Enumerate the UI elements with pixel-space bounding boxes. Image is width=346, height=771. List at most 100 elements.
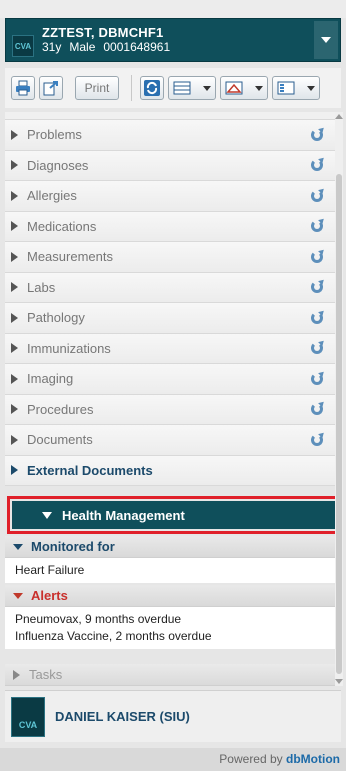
patient-sex: Male bbox=[69, 40, 96, 54]
nav-item-medications[interactable]: Medications bbox=[5, 211, 335, 242]
refresh-icon[interactable] bbox=[311, 159, 323, 172]
printer-icon bbox=[16, 80, 30, 96]
refresh-icon[interactable] bbox=[311, 189, 323, 202]
chevron-right-icon bbox=[11, 312, 18, 323]
nav-item-problems[interactable]: Problems bbox=[5, 120, 335, 151]
nav-item-imaging[interactable]: Imaging bbox=[5, 364, 335, 395]
monitored-header[interactable]: Monitored for bbox=[5, 536, 335, 558]
layout-icon bbox=[173, 81, 191, 95]
nav-item-diagnoses[interactable]: Diagnoses bbox=[5, 150, 335, 181]
patient-text: ZZTEST, DBMCHF1 31y Male 0001648961 bbox=[42, 25, 178, 55]
chevron-right-icon bbox=[11, 404, 18, 415]
powered-by-text: Powered by bbox=[219, 752, 283, 766]
tasks-header[interactable]: Tasks bbox=[5, 664, 335, 686]
chevron-right-icon bbox=[11, 465, 18, 476]
nav-label: Allergies bbox=[27, 188, 77, 204]
nav-label: Documents bbox=[27, 432, 93, 448]
nav-item-pathology[interactable]: Pathology bbox=[5, 303, 335, 334]
layout-dropdown[interactable] bbox=[168, 76, 216, 100]
chevron-right-icon bbox=[11, 434, 18, 445]
printer-button[interactable] bbox=[11, 76, 35, 100]
patient-header[interactable]: CVA ZZTEST, DBMCHF1 31y Male 0001648961 bbox=[5, 18, 341, 62]
scrollbar[interactable] bbox=[335, 112, 343, 686]
refresh-icon[interactable] bbox=[311, 342, 323, 355]
monitored-body: Heart Failure bbox=[5, 558, 335, 583]
monitored-section: Monitored for Heart Failure bbox=[5, 536, 335, 583]
refresh-icon bbox=[144, 80, 160, 96]
nav-item-labs[interactable]: Labs bbox=[5, 272, 335, 303]
refresh-icon[interactable] bbox=[311, 128, 323, 141]
chevron-right-icon bbox=[11, 221, 18, 232]
chevron-right-icon bbox=[11, 373, 18, 384]
chevron-down-icon bbox=[255, 85, 263, 91]
toolbar-separator bbox=[131, 75, 132, 101]
alerts-title: Alerts bbox=[31, 588, 68, 603]
nav-list: Problems Diagnoses Allergies Medications… bbox=[5, 112, 335, 486]
scroll-thumb[interactable] bbox=[336, 174, 342, 674]
chart-dropdown[interactable] bbox=[220, 76, 268, 100]
nav-item-immunizations[interactable]: Immunizations bbox=[5, 333, 335, 364]
nav-item-procedures[interactable]: Procedures bbox=[5, 394, 335, 425]
refresh-icon[interactable] bbox=[311, 311, 323, 324]
alert-item: Pneumovax, 9 months overdue bbox=[15, 612, 182, 626]
view-dropdown[interactable] bbox=[272, 76, 320, 100]
nav-label: Pathology bbox=[27, 310, 85, 326]
chevron-down-icon bbox=[42, 511, 52, 519]
chevron-right-icon bbox=[11, 160, 18, 171]
patient-age: 31y bbox=[42, 40, 62, 54]
health-management-header[interactable]: Health Management bbox=[12, 501, 338, 529]
toolbar: Print bbox=[5, 68, 341, 108]
refresh-icon[interactable] bbox=[311, 372, 323, 385]
brand-name: dbMotion bbox=[286, 752, 340, 766]
nav-label: Problems bbox=[27, 127, 82, 143]
refresh-button[interactable] bbox=[140, 76, 164, 100]
print-button[interactable]: Print bbox=[75, 76, 119, 100]
nav-item-allergies[interactable]: Allergies bbox=[5, 181, 335, 212]
refresh-icon[interactable] bbox=[311, 433, 323, 446]
chevron-down-icon bbox=[321, 37, 331, 43]
chevron-right-icon bbox=[11, 343, 18, 354]
health-management-label: Health Management bbox=[62, 507, 185, 523]
refresh-icon[interactable] bbox=[311, 281, 323, 294]
nav-label: Measurements bbox=[27, 249, 113, 265]
chevron-right-icon bbox=[11, 190, 18, 201]
alerts-header[interactable]: Alerts bbox=[5, 585, 335, 607]
chevron-down-icon bbox=[203, 85, 211, 91]
chevron-down-icon bbox=[13, 543, 23, 550]
alert-item: Influenza Vaccine, 2 months overdue bbox=[15, 629, 212, 643]
chevron-down-icon bbox=[307, 85, 315, 91]
refresh-icon[interactable] bbox=[311, 250, 323, 263]
user-name: DANIEL KAISER (SIU) bbox=[55, 709, 190, 724]
scroll-down-icon[interactable] bbox=[335, 679, 343, 684]
alerts-body: Pneumovax, 9 months overdue Influenza Va… bbox=[5, 607, 335, 649]
user-panel: CVA DANIEL KAISER (SIU) bbox=[5, 690, 341, 742]
nav-item-documents[interactable]: Documents bbox=[5, 425, 335, 456]
nav-label: Imaging bbox=[27, 371, 74, 387]
patient-dropdown-button[interactable] bbox=[314, 21, 338, 59]
refresh-icon[interactable] bbox=[311, 403, 323, 416]
nav-label: Diagnoses bbox=[27, 157, 89, 173]
nav-item-external-documents[interactable]: External Documents bbox=[5, 455, 335, 486]
chevron-down-icon bbox=[13, 592, 23, 599]
scroll-up-icon[interactable] bbox=[335, 114, 343, 119]
chevron-right-icon bbox=[13, 669, 20, 680]
cva-logo-icon: CVA bbox=[12, 35, 34, 57]
tasks-title: Tasks bbox=[29, 667, 63, 682]
health-management-highlight: Health Management bbox=[7, 496, 343, 534]
patient-name: ZZTEST, DBMCHF1 bbox=[42, 25, 164, 40]
export-icon bbox=[43, 81, 58, 96]
chevron-right-icon bbox=[11, 282, 18, 293]
user-logo-icon: CVA bbox=[11, 696, 45, 737]
list-view-icon bbox=[277, 81, 295, 95]
monitored-title: Monitored for bbox=[31, 539, 115, 554]
export-button[interactable] bbox=[39, 76, 63, 100]
powered-by-bar: Powered by dbMotion bbox=[0, 748, 346, 771]
refresh-icon[interactable] bbox=[311, 220, 323, 233]
nav-label: Procedures bbox=[27, 401, 94, 417]
nav-label: Labs bbox=[27, 279, 56, 295]
nav-item-measurements[interactable]: Measurements bbox=[5, 242, 335, 273]
nav-cutoff-row bbox=[5, 112, 335, 120]
alerts-section: Alerts Pneumovax, 9 months overdue Influ… bbox=[5, 585, 335, 649]
patient-info: 31y Male 0001648961 bbox=[42, 40, 178, 55]
chevron-right-icon bbox=[11, 129, 18, 140]
